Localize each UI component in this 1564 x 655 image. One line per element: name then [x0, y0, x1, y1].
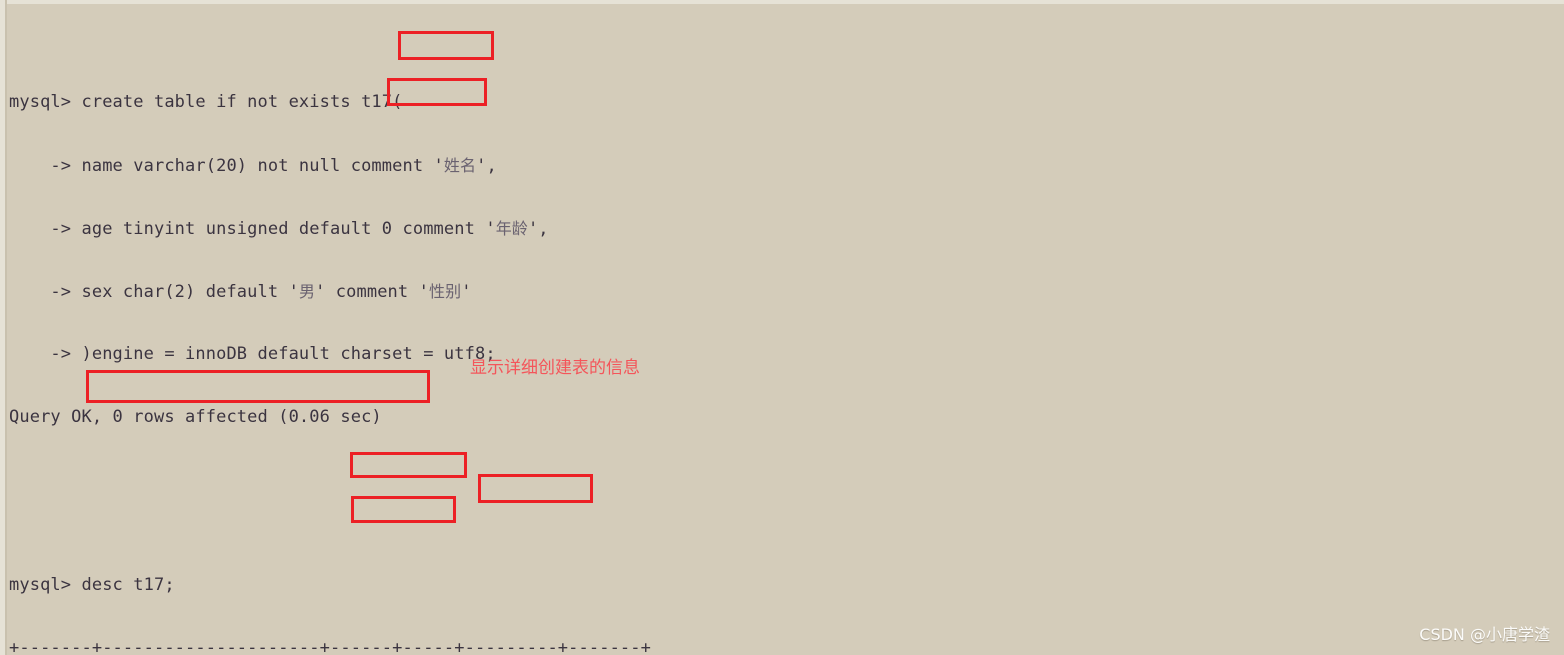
console-line: mysql> create table if not exists t17(	[9, 92, 403, 112]
table-border-top: +-------+---------------------+------+--…	[9, 638, 652, 655]
window-left-inner-edge	[5, 0, 7, 655]
console-output[interactable]: mysql> create table if not exists t17( -…	[9, 8, 1549, 655]
annotation-note: 显示详细创建表的信息	[470, 358, 640, 378]
cjk-text: 性别	[428, 282, 462, 301]
window-top-edge	[0, 0, 1564, 4]
watermark: CSDN @小唐学渣	[1419, 625, 1550, 644]
console-line: -> name varchar(20) not null comment '姓名…	[9, 155, 1549, 176]
console-line: -> sex char(2) default '男' comment '性别'	[9, 281, 1549, 302]
mysql-terminal-window[interactable]: mysql> create table if not exists t17( -…	[0, 0, 1564, 655]
console-line: mysql> desc t17;	[9, 575, 175, 595]
cjk-text: 年龄	[495, 219, 528, 238]
console-line: Query OK, 0 rows affected (0.06 sec)	[9, 407, 382, 427]
console-line-text: -> sex char(2) default '男' comment '性别'	[9, 282, 472, 302]
console-line: -> )engine = innoDB default charset = ut…	[9, 344, 496, 364]
console-line-text: -> age tinyint unsigned default 0 commen…	[9, 219, 549, 239]
console-line-text: -> name varchar(20) not null comment '姓名…	[9, 156, 497, 176]
cjk-text: 男	[298, 282, 316, 301]
console-line: -> age tinyint unsigned default 0 commen…	[9, 218, 1549, 239]
cjk-text: 姓名	[443, 156, 477, 175]
